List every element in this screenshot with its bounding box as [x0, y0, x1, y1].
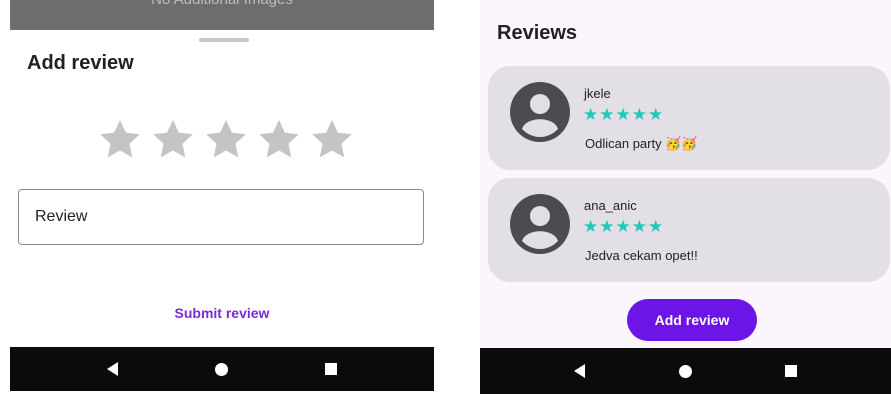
review-username: jkele: [584, 86, 611, 101]
review-card: jkele ★★★★★ Odlican party 🥳🥳: [488, 66, 890, 170]
review-stars: ★★★★★: [583, 105, 665, 124]
review-comment: Odlican party 🥳🥳: [585, 136, 698, 151]
sheet-title: Add review: [27, 52, 134, 74]
recents-square-icon[interactable]: [325, 363, 337, 375]
recents-square-icon[interactable]: [785, 365, 798, 377]
review-stars: ★★★★★: [583, 217, 665, 236]
rating-star-1-icon[interactable]: [96, 115, 144, 163]
review-text-field[interactable]: [18, 189, 424, 245]
add-review-button[interactable]: Add review: [627, 299, 757, 341]
reviews-screen: Reviews jkele ★★★★★ Odlican party 🥳🥳 ana…: [480, 0, 891, 394]
star-rating-input[interactable]: [96, 110, 356, 168]
background-hint-text: No Additional Images: [10, 0, 434, 8]
home-circle-icon[interactable]: [678, 364, 692, 378]
rating-star-3-icon[interactable]: [202, 115, 250, 163]
back-triangle-icon[interactable]: [573, 364, 585, 378]
system-nav-bar: [10, 347, 434, 391]
system-nav-bar: [480, 348, 891, 394]
review-comment: Jedva cekam opet!!: [585, 248, 698, 263]
bottom-sheet-drag-handle[interactable]: [199, 38, 249, 42]
rating-star-5-icon[interactable]: [308, 115, 356, 163]
review-username: ana_anic: [584, 198, 637, 213]
avatar-person-icon: [510, 194, 570, 254]
home-circle-icon[interactable]: [215, 362, 228, 376]
page-title: Reviews: [497, 22, 578, 44]
rating-star-4-icon[interactable]: [255, 115, 303, 163]
rating-star-2-icon[interactable]: [149, 115, 197, 163]
submit-review-button[interactable]: Submit review: [10, 305, 434, 321]
review-card: ana_anic ★★★★★ Jedva cekam opet!!: [488, 178, 890, 282]
avatar-person-icon: [510, 82, 570, 142]
add-review-screen: No Additional Images Add review Submit r…: [10, 0, 434, 391]
back-triangle-icon[interactable]: [107, 362, 118, 376]
dimmed-background-scrim[interactable]: No Additional Images: [10, 0, 434, 30]
